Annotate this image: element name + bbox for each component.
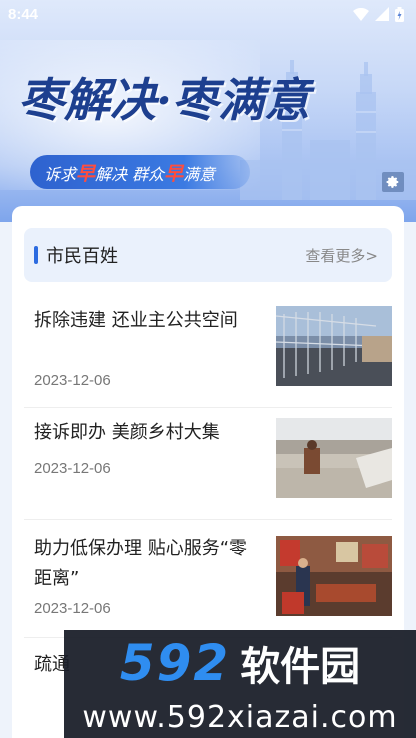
news-title: 拆除违建 还业主公共空间 (34, 310, 238, 331)
news-item[interactable]: 助力低保办理 贴心服务“零距离” 2023-12-06 (24, 520, 392, 638)
slogan-part-3: 满意 (183, 164, 216, 184)
status-icons (353, 6, 404, 22)
section-accent-bar (34, 246, 38, 264)
news-title: 接诉即办 美颜乡村大集 (34, 422, 220, 443)
slogan-highlight-2: 早 (164, 162, 184, 185)
status-time: 8:44 (8, 5, 39, 23)
news-title: 助力低保办理 贴心服务“零距离” (34, 538, 248, 589)
news-date: 2023-12-06 (34, 372, 111, 389)
news-image (276, 306, 392, 386)
watermark-overlay: 592 软件园 www.592xiazai.com (64, 630, 416, 738)
news-thumbnail (276, 306, 392, 386)
news-image (276, 418, 392, 498)
watermark-logo-number: 592 (119, 634, 231, 692)
slogan-part-1: 诉求 (44, 164, 77, 184)
signal-icon (375, 7, 389, 21)
section-header: 市民百姓 查看更多> (24, 228, 392, 282)
status-bar: 8:44 (0, 0, 416, 28)
news-thumbnail (276, 536, 392, 616)
news-thumbnail (276, 418, 392, 498)
news-date: 2023-12-06 (34, 600, 111, 617)
watermark-logo-text: 软件园 (240, 644, 361, 690)
watermark-url: www.592xiazai.com (82, 700, 398, 735)
banner-slogan: 诉求早解决 群众早满意 (30, 155, 250, 189)
wifi-icon (353, 7, 369, 21)
news-item[interactable]: 拆除违建 还业主公共空间 2023-12-06 (24, 296, 392, 408)
view-more-link[interactable]: 查看更多> (305, 245, 378, 266)
banner-title: 枣解决·枣满意 (18, 73, 311, 127)
slogan-part-2: 解决 群众 (95, 164, 165, 184)
slogan-highlight-1: 早 (76, 162, 96, 185)
watermark-logo: 592 软件园 (64, 634, 416, 692)
news-image (276, 536, 392, 616)
battery-icon (395, 6, 404, 22)
section-title: 市民百姓 (46, 246, 118, 267)
header-banner: 枣解决·枣满意 诉求早解决 群众早满意 (0, 0, 416, 222)
gear-icon (386, 176, 399, 188)
news-item[interactable]: 接诉即办 美颜乡村大集 2023-12-06 (24, 408, 392, 520)
settings-button[interactable] (382, 172, 404, 192)
news-date: 2023-12-06 (34, 460, 111, 477)
